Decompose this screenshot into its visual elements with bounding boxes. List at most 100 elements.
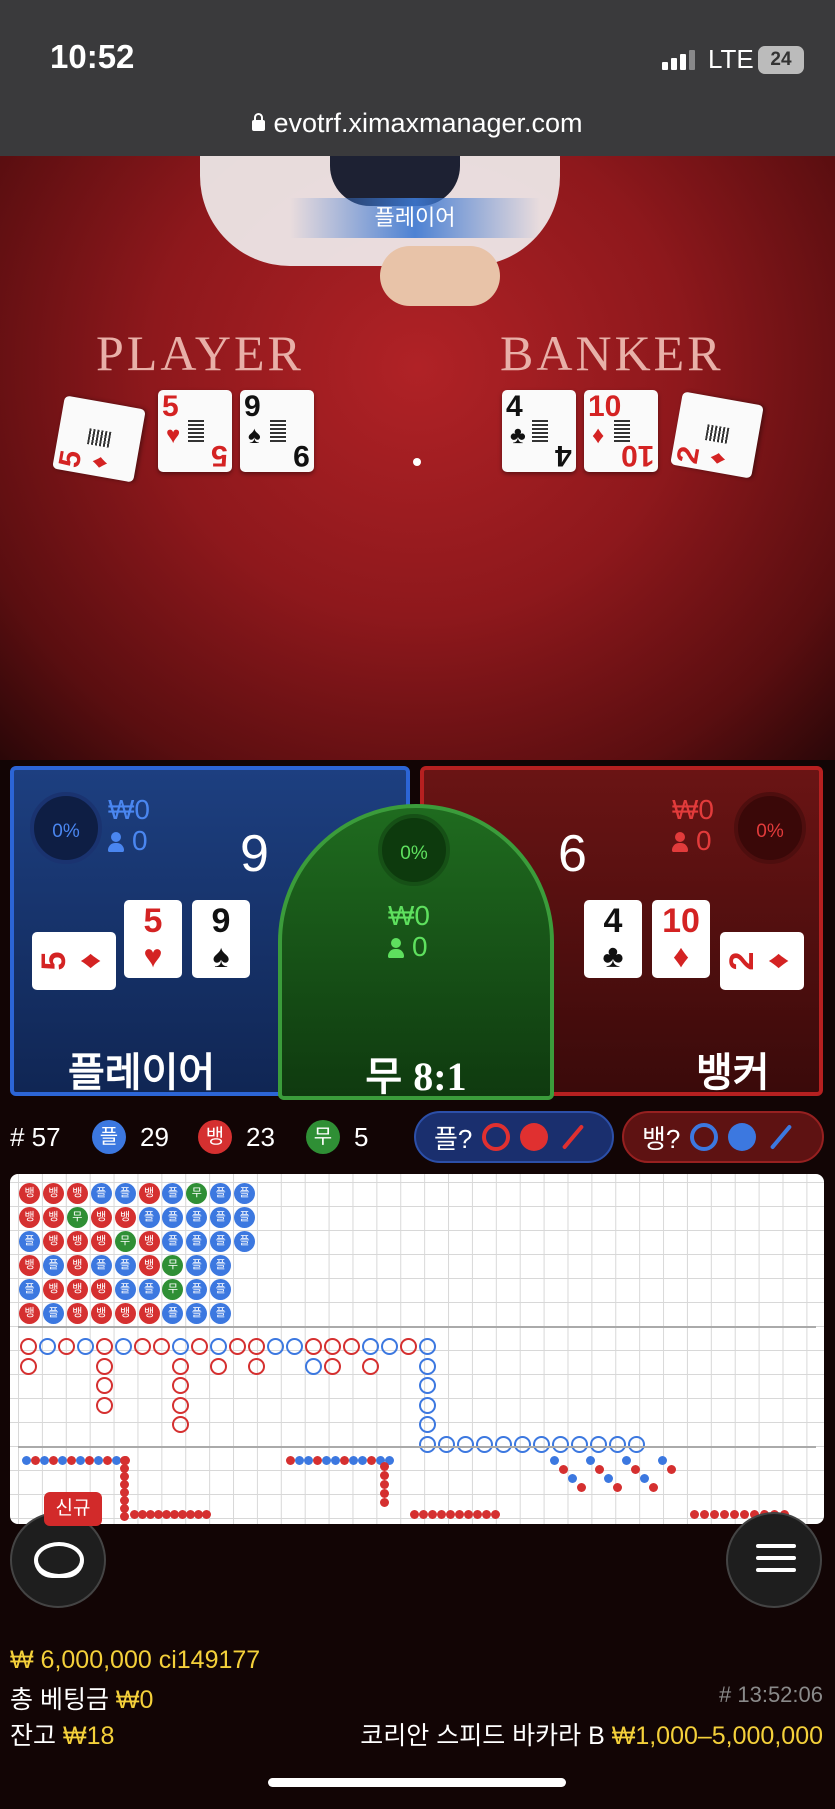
- bead-result: 플: [162, 1303, 184, 1324]
- derived-road-mark: [410, 1510, 419, 1519]
- big-road-mark: [267, 1338, 284, 1355]
- bead-result: 뱅: [66, 1279, 88, 1300]
- bead-result: 뱅: [138, 1183, 160, 1204]
- bead-result: 플: [42, 1255, 64, 1276]
- player-badge: 플: [92, 1120, 126, 1154]
- stats-bar: # 57 플 29 뱅 23 무5 플? 뱅?: [0, 1108, 835, 1164]
- user-icon: [108, 832, 124, 852]
- derived-road-mark: [604, 1474, 613, 1483]
- derived-road-mark: [103, 1456, 112, 1465]
- big-road-mark: [590, 1435, 607, 1453]
- derived-road-mark: [380, 1462, 389, 1471]
- big-road-mark: [628, 1435, 645, 1453]
- road-divider: [18, 1446, 816, 1448]
- bead-result: 플: [114, 1255, 136, 1276]
- derived-road-mark: [482, 1510, 491, 1519]
- lock-icon: [252, 113, 266, 131]
- bead-result: 플: [186, 1231, 208, 1252]
- derived-road-mark: [568, 1474, 577, 1483]
- bead-result: 플: [210, 1183, 232, 1204]
- bead-result: 뱅: [90, 1231, 112, 1252]
- dot-icon: [728, 1123, 757, 1151]
- player-bet-stats: ₩0 0: [108, 794, 150, 856]
- big-road-mark: [58, 1338, 75, 1355]
- url-bar[interactable]: evotrf.ximaxmanager.com: [0, 108, 835, 139]
- big-road-mark: [248, 1357, 265, 1375]
- derived-road-mark: [740, 1510, 749, 1519]
- bead-result: 뱅: [42, 1231, 64, 1252]
- banker-ask-label: 뱅?: [642, 1123, 681, 1154]
- tie-name: 무: [365, 1055, 403, 1099]
- derived-road-mark: [690, 1510, 699, 1519]
- table-card: 5 ♥ 5: [158, 390, 232, 472]
- bead-result: 뱅: [42, 1183, 64, 1204]
- chips-button[interactable]: [10, 1512, 106, 1608]
- table-limits: ₩1,000–5,000,000: [611, 1722, 823, 1750]
- player-card: 9 ♠: [192, 900, 250, 978]
- road-divider: [18, 1326, 816, 1328]
- player-ask-label: 플?: [434, 1123, 473, 1154]
- banker-wins: 뱅 23: [198, 1120, 275, 1154]
- derived-road-mark: [710, 1510, 719, 1519]
- derived-road-mark: [455, 1510, 464, 1519]
- big-road-mark: [457, 1435, 474, 1453]
- table-card: 4 ♣ 4: [502, 390, 576, 472]
- tie-bet-stats: ₩0 0: [388, 900, 430, 962]
- table-card: 10 ♦ 10: [584, 390, 658, 472]
- derived-road-mark: [94, 1456, 103, 1465]
- status-bar: 10:52 LTE 24 evotrf.ximaxmanager.com: [0, 0, 835, 156]
- bead-result: 무: [162, 1279, 184, 1300]
- bead-result: 뱅: [90, 1279, 112, 1300]
- bead-result: 뱅: [90, 1207, 112, 1228]
- bead-result: 플: [162, 1207, 184, 1228]
- bead-result: 플: [210, 1279, 232, 1300]
- player-amount: ₩0: [108, 794, 150, 825]
- bead-result: 무: [162, 1255, 184, 1276]
- player-user-count: 0: [132, 825, 148, 856]
- bead-result: 플: [42, 1303, 64, 1324]
- derived-road-mark: [491, 1510, 500, 1519]
- bead-result: 플: [186, 1279, 208, 1300]
- banker-user-count: 0: [696, 825, 712, 856]
- home-indicator[interactable]: [268, 1778, 566, 1787]
- big-road-mark: [210, 1338, 227, 1355]
- tie-wins: 무5: [306, 1120, 368, 1154]
- roadmap[interactable]: 뱅뱅뱅플플뱅플무플플뱅뱅무뱅뱅플플플플플플뱅뱅뱅무뱅플플플플뱅플뱅플플뱅무플플플…: [10, 1174, 824, 1524]
- derived-road-mark: [667, 1465, 676, 1474]
- bead-result: 플: [90, 1255, 112, 1276]
- bead-result: 뱅: [19, 1303, 40, 1324]
- big-road-mark: [324, 1357, 341, 1375]
- tie-bet-spot[interactable]: 0% ₩0 0 무 8:1: [278, 804, 554, 1100]
- derived-road-mark: [120, 1512, 129, 1521]
- bead-result: 플: [138, 1207, 160, 1228]
- chips-icon: [34, 1542, 84, 1578]
- derived-road-mark: [304, 1456, 313, 1465]
- derived-road-mark: [349, 1456, 358, 1465]
- derived-road-mark: [464, 1510, 473, 1519]
- banker-percent-gauge: 0%: [734, 792, 806, 864]
- dealer-hands: [380, 246, 500, 306]
- player-win-count: 29: [140, 1121, 169, 1152]
- derived-road-mark: [640, 1474, 649, 1483]
- derived-road-mark: [202, 1510, 211, 1519]
- derived-road-mark: [49, 1456, 58, 1465]
- player-ask-button[interactable]: 플?: [414, 1111, 614, 1163]
- clock: 10:52: [50, 38, 135, 75]
- menu-button[interactable]: [726, 1512, 822, 1608]
- limit-line: ₩ 6,000,000 ci149177: [10, 1646, 261, 1674]
- live-video: 플레이어 PLAYER BANKER 5 ♦ 5 ♥ 5 9 ♠ 9 4 ♣ 4 10 ♦ 10 …: [0, 156, 835, 760]
- big-road-mark: [210, 1357, 227, 1375]
- player-card: 5 ♦: [32, 932, 116, 990]
- bead-result: 플: [186, 1255, 208, 1276]
- banker-ask-button[interactable]: 뱅?: [622, 1111, 824, 1163]
- tie-user-count: 0: [412, 931, 428, 962]
- table-card: 9 ♠ 9: [240, 390, 314, 472]
- bead-result: 플: [210, 1255, 232, 1276]
- big-road-mark: [96, 1338, 113, 1355]
- derived-road-mark: [473, 1510, 482, 1519]
- battery-icon: 24: [758, 46, 804, 74]
- balance-value: ₩18: [62, 1722, 115, 1750]
- derived-road-mark: [295, 1456, 304, 1465]
- derived-road-mark: [658, 1456, 667, 1465]
- bead-result: 뱅: [66, 1255, 88, 1276]
